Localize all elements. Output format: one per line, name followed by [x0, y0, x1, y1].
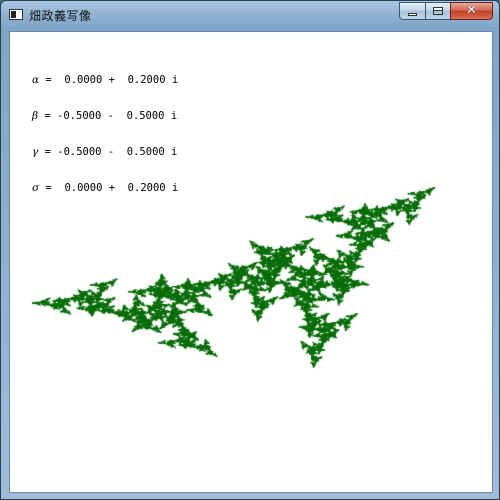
- param-alpha: α = 0.0000 + 0.2000 i: [32, 74, 178, 86]
- param-sigma: σ = 0.0000 + 0.2000 i: [32, 182, 178, 194]
- minimize-icon: [408, 13, 417, 16]
- app-icon[interactable]: [9, 9, 23, 20]
- maximize-button[interactable]: [425, 2, 450, 20]
- caption-buttons: ✕: [399, 2, 493, 20]
- drawing-area: α = 0.0000 + 0.2000 i β = -0.5000 - 0.50…: [9, 31, 493, 493]
- parameter-readout: α = 0.0000 + 0.2000 i β = -0.5000 - 0.50…: [32, 50, 178, 218]
- title-bar[interactable]: 畑政義写像 ✕: [1, 1, 499, 29]
- param-gamma: γ = -0.5000 - 0.5000 i: [32, 146, 178, 158]
- close-icon: ✕: [451, 3, 492, 19]
- app-window: 畑政義写像 ✕ α = 0.0000 + 0.2000 i β = -0.500…: [0, 0, 500, 500]
- param-beta: β = -0.5000 - 0.5000 i: [32, 110, 178, 122]
- close-button[interactable]: ✕: [450, 2, 493, 20]
- minimize-button[interactable]: [399, 2, 425, 20]
- window-title: 畑政義写像: [29, 7, 92, 24]
- maximize-icon: [433, 7, 443, 15]
